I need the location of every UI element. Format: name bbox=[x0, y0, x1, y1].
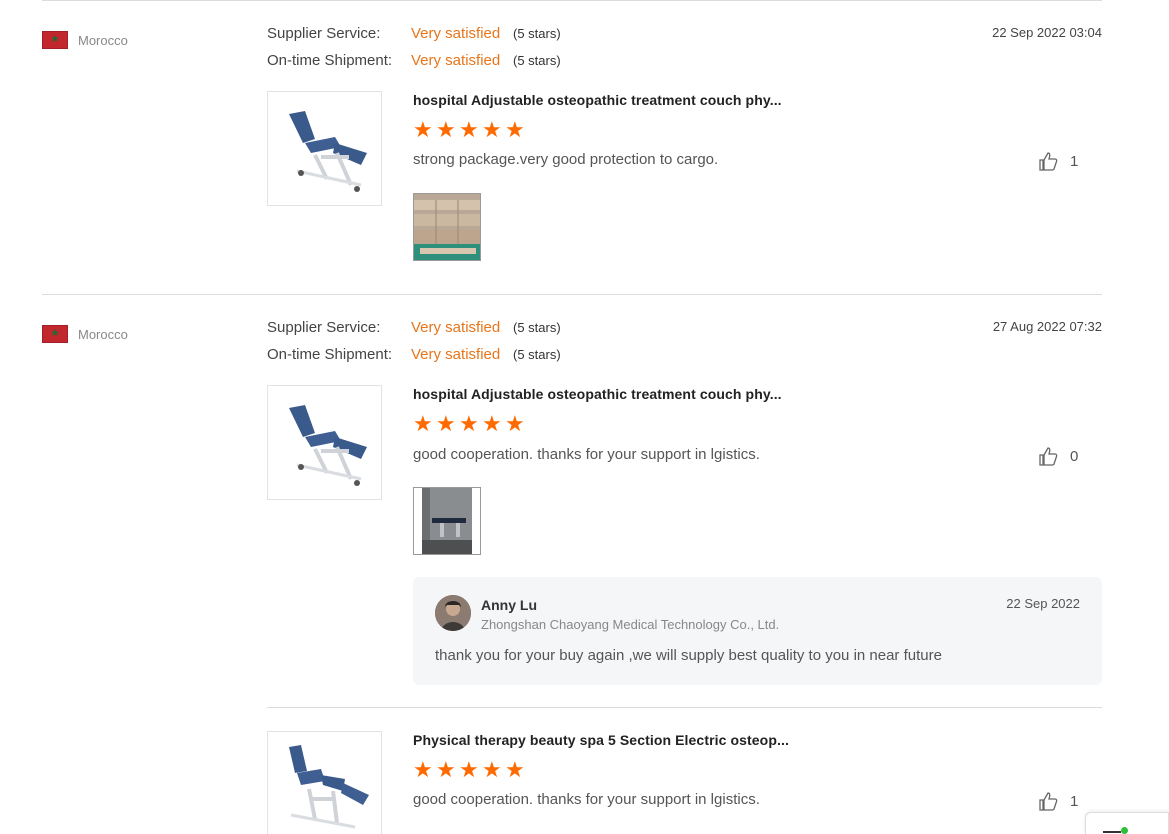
supplier-reply: Anny Lu Zhongshan Chaoyang Medical Techn… bbox=[413, 577, 1102, 685]
shipment-rating: On-time Shipment: Very satisfied (5 star… bbox=[267, 346, 561, 363]
review-star-rating: ★ ★ ★ ★ ★ bbox=[413, 413, 526, 435]
thumbs-up-icon bbox=[1039, 447, 1058, 466]
supplier-service-value: Very satisfied bbox=[411, 25, 501, 42]
like-count: 0 bbox=[1070, 447, 1079, 465]
like-count: 1 bbox=[1070, 152, 1079, 170]
like-button[interactable]: 1 bbox=[1038, 151, 1078, 171]
review-photo[interactable] bbox=[413, 193, 481, 261]
like-button[interactable]: 0 bbox=[1038, 446, 1078, 466]
review-divider-top bbox=[42, 0, 1102, 1]
reply-date: 22 Sep 2022 bbox=[1006, 596, 1080, 611]
star-icon: ★ bbox=[413, 757, 433, 782]
review-comment: strong package.very good protection to c… bbox=[413, 151, 719, 168]
star-icon: ★ bbox=[482, 411, 502, 436]
product-title-link[interactable]: hospital Adjustable osteopathic treatmen… bbox=[413, 92, 782, 108]
supplier-service-rating: Supplier Service: Very satisfied (5 star… bbox=[267, 319, 561, 336]
product-thumbnail[interactable] bbox=[267, 385, 382, 500]
star-icon: ★ bbox=[459, 117, 479, 142]
star-icon: ★ bbox=[482, 117, 502, 142]
star-icon: ★ bbox=[413, 117, 433, 142]
product-thumbnail[interactable] bbox=[267, 731, 382, 834]
cargo-boxes-image bbox=[414, 194, 480, 260]
supplier-service-stars: (5 stars) bbox=[513, 320, 561, 335]
thumbs-up-icon bbox=[1039, 792, 1058, 811]
review-date: 22 Sep 2022 03:04 bbox=[992, 25, 1102, 40]
morocco-flag-icon bbox=[42, 31, 68, 49]
online-status-icon bbox=[1121, 827, 1128, 834]
star-icon: ★ bbox=[459, 757, 479, 782]
shipment-rating: On-time Shipment: Very satisfied (5 star… bbox=[267, 52, 561, 69]
shipment-stars: (5 stars) bbox=[513, 53, 561, 68]
shipment-label: On-time Shipment: bbox=[267, 346, 393, 363]
star-icon: ★ bbox=[505, 411, 525, 436]
review-comment: good cooperation. thanks for your suppor… bbox=[413, 791, 760, 808]
product-thumbnail[interactable] bbox=[267, 91, 382, 206]
shipment-stars: (5 stars) bbox=[513, 347, 561, 362]
country-name: Morocco bbox=[78, 32, 128, 48]
thumbs-up-icon bbox=[1039, 152, 1058, 171]
reviewer-country: Morocco bbox=[42, 31, 128, 49]
supplier-service-rating: Supplier Service: Very satisfied (5 star… bbox=[267, 25, 561, 42]
review-comment: good cooperation. thanks for your suppor… bbox=[413, 446, 760, 463]
treatment-couch-image bbox=[288, 404, 367, 486]
supplier-service-label: Supplier Service: bbox=[267, 319, 381, 336]
reply-author-name: Anny Lu bbox=[481, 597, 537, 613]
shipment-value: Very satisfied bbox=[411, 346, 501, 363]
treatment-couch-image bbox=[288, 110, 367, 192]
star-icon: ★ bbox=[436, 117, 456, 142]
like-button[interactable]: 1 bbox=[1038, 791, 1078, 811]
couch-in-room-image bbox=[414, 488, 480, 554]
reviewer-country: Morocco bbox=[42, 325, 128, 343]
review-divider bbox=[42, 294, 1102, 295]
star-icon: ★ bbox=[436, 411, 456, 436]
shipment-label: On-time Shipment: bbox=[267, 52, 393, 69]
star-icon: ★ bbox=[505, 757, 525, 782]
morocco-flag-icon bbox=[42, 325, 68, 343]
supplier-service-value: Very satisfied bbox=[411, 319, 501, 336]
star-icon: ★ bbox=[482, 757, 502, 782]
star-icon: ★ bbox=[413, 411, 433, 436]
star-icon: ★ bbox=[436, 757, 456, 782]
review-date: 27 Aug 2022 07:32 bbox=[992, 319, 1102, 334]
treatment-couch-image bbox=[288, 745, 369, 829]
chat-icon bbox=[1103, 831, 1121, 833]
product-title-link[interactable]: Physical therapy beauty spa 5 Section El… bbox=[413, 732, 789, 748]
supplier-service-label: Supplier Service: bbox=[267, 25, 381, 42]
shipment-value: Very satisfied bbox=[411, 52, 501, 69]
country-name: Morocco bbox=[78, 326, 128, 342]
chat-widget-button[interactable] bbox=[1085, 812, 1169, 834]
review-star-rating: ★ ★ ★ ★ ★ bbox=[413, 759, 526, 781]
like-count: 1 bbox=[1070, 792, 1079, 810]
star-icon: ★ bbox=[505, 117, 525, 142]
avatar bbox=[435, 595, 471, 631]
reply-company-name: Zhongshan Chaoyang Medical Technology Co… bbox=[481, 617, 780, 632]
star-icon: ★ bbox=[459, 411, 479, 436]
reply-text: thank you for your buy again ,we will su… bbox=[435, 647, 942, 664]
review-divider bbox=[267, 707, 1102, 708]
product-title-link[interactable]: hospital Adjustable osteopathic treatmen… bbox=[413, 386, 782, 402]
review-photo[interactable] bbox=[413, 487, 481, 555]
review-star-rating: ★ ★ ★ ★ ★ bbox=[413, 119, 526, 141]
supplier-service-stars: (5 stars) bbox=[513, 26, 561, 41]
avatar-image bbox=[435, 595, 471, 631]
